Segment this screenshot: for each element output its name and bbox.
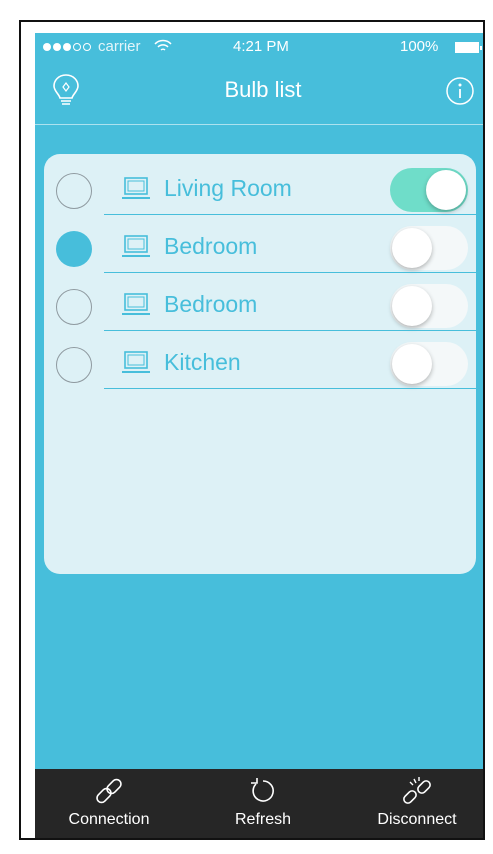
tab-label: Refresh <box>234 811 292 828</box>
status-bar: carrier 4:21 PM 100% <box>35 33 483 63</box>
laptop-icon <box>121 350 151 376</box>
info-icon[interactable] <box>445 76 475 106</box>
nav-divider <box>35 124 483 125</box>
tab-label: Disconnect <box>377 811 457 828</box>
bulb-power-toggle[interactable] <box>390 284 468 328</box>
toggle-knob <box>392 228 432 268</box>
link-icon <box>93 775 125 807</box>
bulb-name: Living Room <box>164 175 292 201</box>
bulb-select-radio[interactable] <box>56 347 92 383</box>
bulb-name: Bedroom <box>164 233 258 259</box>
bulb-power-toggle[interactable] <box>390 342 468 386</box>
app-screen: carrier 4:21 PM 100% Bulb list Living Ro… <box>35 33 483 838</box>
signal-strength-icon <box>43 43 91 51</box>
bulb-name: Kitchen <box>164 349 241 375</box>
signal-dot <box>83 43 91 51</box>
disconnect-button[interactable]: Disconnect <box>347 769 483 838</box>
bulb-power-toggle[interactable] <box>390 226 468 270</box>
connection-button[interactable]: Connection <box>39 769 179 838</box>
broken-link-icon <box>401 775 433 807</box>
bulb-row[interactable]: Kitchen <box>44 331 476 389</box>
toggle-knob <box>392 286 432 326</box>
bulb-select-radio[interactable] <box>56 173 92 209</box>
laptop-icon <box>121 234 151 260</box>
laptop-icon <box>121 292 151 318</box>
toggle-knob <box>426 170 466 210</box>
status-time: 4:21 PM <box>233 38 289 55</box>
refresh-button[interactable]: Refresh <box>193 769 333 838</box>
row-divider <box>104 388 476 389</box>
navigation-bar: Bulb list <box>35 63 483 119</box>
bulb-power-toggle[interactable] <box>390 168 468 212</box>
signal-dot <box>43 43 51 51</box>
bulb-row[interactable]: Living Room <box>44 157 476 215</box>
bottom-tab-bar: Connection Refresh Disconnect <box>35 769 483 838</box>
signal-dot <box>63 43 71 51</box>
carrier-label: carrier <box>98 38 141 55</box>
battery-percentage: 100% <box>400 38 439 55</box>
bulb-row[interactable]: Bedroom <box>44 215 476 273</box>
tab-label: Connection <box>68 811 150 828</box>
battery-icon <box>455 42 482 53</box>
signal-dot <box>53 43 61 51</box>
toggle-knob <box>392 344 432 384</box>
bulb-list-card: Living Room Bedroom Bedroom Kitchen <box>44 154 476 574</box>
refresh-icon <box>247 775 279 807</box>
device-frame: carrier 4:21 PM 100% Bulb list Living Ro… <box>19 20 485 840</box>
bulb-select-radio[interactable] <box>56 289 92 325</box>
page-title: Bulb list <box>224 77 302 102</box>
laptop-icon <box>121 176 151 202</box>
bulb-name: Bedroom <box>164 291 258 317</box>
bulb-select-radio[interactable] <box>56 231 92 267</box>
signal-dot <box>73 43 81 51</box>
bulb-row[interactable]: Bedroom <box>44 273 476 331</box>
wifi-icon <box>153 38 173 58</box>
